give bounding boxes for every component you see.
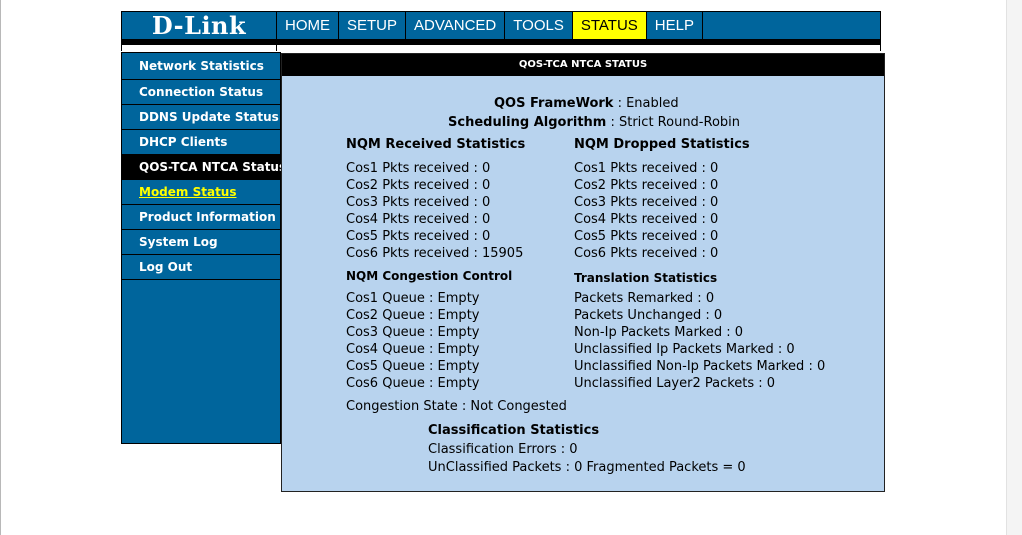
sidebar-item-ddns-update-status[interactable]: DDNS Update Status xyxy=(122,105,280,130)
translation-row: Unclassified Non-Ip Packets Marked : 0 xyxy=(574,359,826,374)
translation-stats-heading: Translation Statistics xyxy=(574,271,718,285)
top-nav: HOME SETUP ADVANCED TOOLS STATUS HELP xyxy=(276,12,703,39)
sidebar-item-dhcp-clients[interactable]: DHCP Clients xyxy=(122,130,280,155)
nav-advanced[interactable]: ADVANCED xyxy=(405,12,504,39)
sidebar-item-log-out[interactable]: Log Out xyxy=(122,255,280,280)
received-row: Cos5 Pkts received : 0 xyxy=(346,229,491,244)
translation-row: Non-Ip Packets Marked : 0 xyxy=(574,325,744,340)
sidebar-item-product-information[interactable]: Product Information xyxy=(122,205,280,230)
dropped-row: Cos5 Pkts received : 0 xyxy=(574,229,719,244)
qos-framework-line: QOS FrameWork : Enabled xyxy=(494,95,679,112)
scheduling-algorithm-value: : Strict Round-Robin xyxy=(606,115,740,130)
unclassified-packets: UnClassified Packets : 0 Fragmented Pack… xyxy=(428,460,746,475)
nav-tools[interactable]: TOOLS xyxy=(504,12,572,39)
scheduling-algorithm-label: Scheduling Algorithm xyxy=(448,115,607,130)
scheduling-algorithm-line: Scheduling Algorithm : Strict Round-Robi… xyxy=(448,114,740,131)
translation-row: Unclassified Layer2 Packets : 0 xyxy=(574,376,776,391)
congestion-row: Cos5 Queue : Empty xyxy=(346,359,480,374)
vertical-scrollbar[interactable] xyxy=(1006,0,1022,535)
dlink-logo: D-Link xyxy=(151,11,247,40)
classification-errors: Classification Errors : 0 xyxy=(428,442,578,457)
sidebar-item-system-log[interactable]: System Log xyxy=(122,230,280,255)
dropped-row: Cos3 Pkts received : 0 xyxy=(574,195,719,210)
nav-setup[interactable]: SETUP xyxy=(338,12,405,39)
dropped-stats-list: Cos1 Pkts received : 0 Cos2 Pkts receive… xyxy=(574,160,718,262)
congestion-control-list: Cos1 Queue : Empty Cos2 Queue : Empty Co… xyxy=(346,290,479,392)
received-row: Cos4 Pkts received : 0 xyxy=(346,212,491,227)
qos-framework-value: : Enabled xyxy=(613,96,679,111)
congestion-row: Cos2 Queue : Empty xyxy=(346,308,480,323)
dropped-row: Cos6 Pkts received : 0 xyxy=(574,246,719,261)
nav-help[interactable]: HELP xyxy=(645,12,702,39)
received-stats-heading: NQM Received Statistics xyxy=(346,137,526,152)
received-row: Cos2 Pkts received : 0 xyxy=(346,178,491,193)
nav-status[interactable]: STATUS xyxy=(571,12,646,39)
dropped-stats-heading: NQM Dropped Statistics xyxy=(574,137,750,152)
classification-stats-heading: Classification Statistics xyxy=(428,423,600,438)
congestion-control-heading: NQM Congestion Control xyxy=(346,269,513,283)
header-spacer xyxy=(121,45,881,51)
received-row: Cos1 Pkts received : 0 xyxy=(346,161,491,176)
window-left-border xyxy=(0,0,1,535)
congestion-row: Cos6 Queue : Empty xyxy=(346,376,480,391)
panel-title: QOS-TCA NTCA STATUS xyxy=(282,54,884,76)
sidebar-item-connection-status[interactable]: Connection Status xyxy=(122,80,280,105)
translation-row: Packets Unchanged : 0 xyxy=(574,308,723,323)
received-row: Cos6 Pkts received : 15905 xyxy=(346,246,524,261)
qos-framework-label: QOS FrameWork xyxy=(494,96,614,111)
received-row: Cos3 Pkts received : 0 xyxy=(346,195,491,210)
congestion-state: Congestion State : Not Congested xyxy=(346,399,567,414)
translation-row: Packets Remarked : 0 xyxy=(574,291,715,306)
congestion-row: Cos3 Queue : Empty xyxy=(346,325,480,340)
sidebar-item-modem-status[interactable]: Modem Status xyxy=(122,180,280,205)
sidebar-item-network-statistics[interactable]: Network Statistics xyxy=(122,53,280,80)
dropped-row: Cos2 Pkts received : 0 xyxy=(574,178,719,193)
nav-divider xyxy=(701,12,703,39)
status-panel: QOS-TCA NTCA STATUS QOS FrameWork : Enab… xyxy=(281,53,885,492)
nav-home[interactable]: HOME xyxy=(276,12,338,39)
sidebar-item-qos-tca-ntca-status[interactable]: QOS-TCA NTCA Status xyxy=(122,155,286,180)
congestion-row: Cos4 Queue : Empty xyxy=(346,342,480,357)
top-header: D-Link HOME SETUP ADVANCED TOOLS STATUS … xyxy=(121,11,881,40)
translation-row: Unclassified Ip Packets Marked : 0 xyxy=(574,342,795,357)
translation-stats-list: Packets Remarked : 0 Packets Unchanged :… xyxy=(574,290,825,392)
sidebar-menu: Network Statistics Connection Status DDN… xyxy=(121,52,286,444)
dropped-row: Cos1 Pkts received : 0 xyxy=(574,161,719,176)
received-stats-list: Cos1 Pkts received : 0 Cos2 Pkts receive… xyxy=(346,160,523,262)
dropped-row: Cos4 Pkts received : 0 xyxy=(574,212,719,227)
congestion-row: Cos1 Queue : Empty xyxy=(346,291,480,306)
spacer-divider xyxy=(276,45,277,51)
